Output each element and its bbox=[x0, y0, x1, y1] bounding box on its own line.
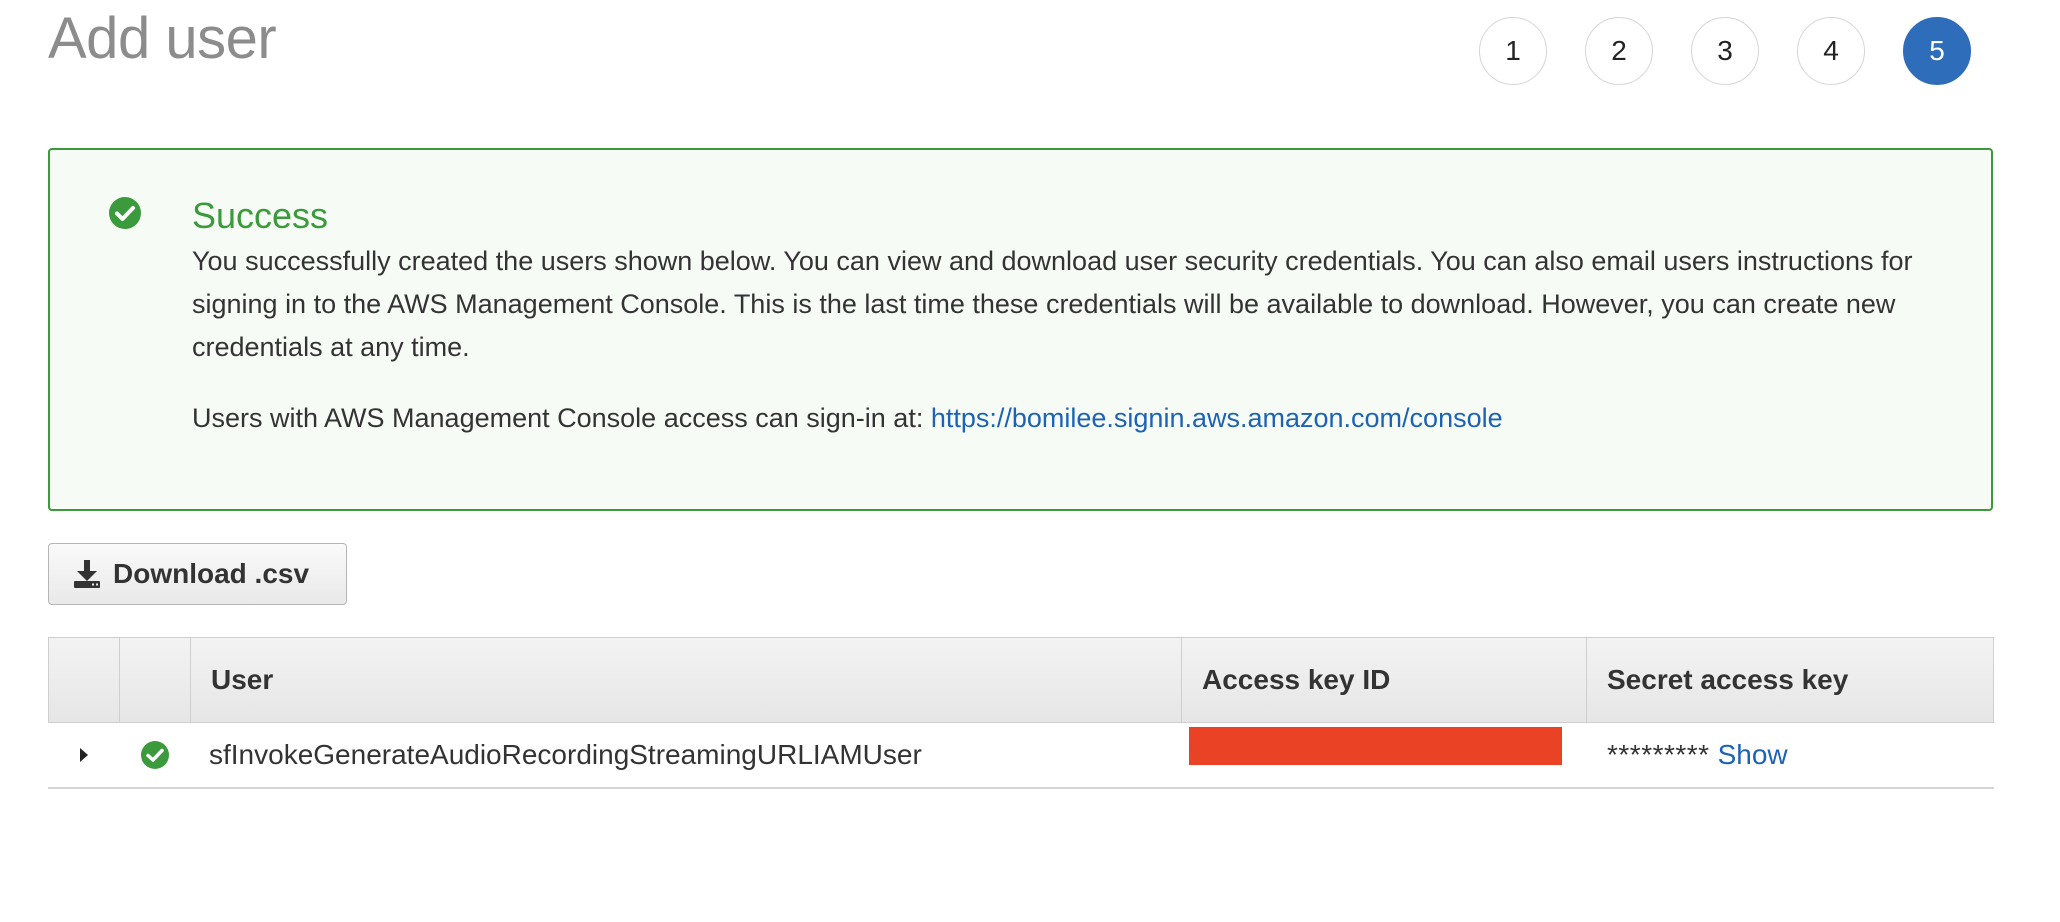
row-status bbox=[119, 723, 190, 787]
wizard-steps: 1 2 3 4 5 bbox=[1479, 17, 1971, 85]
alert-title: Success bbox=[192, 195, 329, 236]
row-access-key-id bbox=[1181, 723, 1586, 787]
show-secret-link[interactable]: Show bbox=[1718, 739, 1788, 771]
download-csv-button[interactable]: Download .csv bbox=[48, 543, 347, 605]
users-table: User Access key ID Secret access key sfI… bbox=[48, 637, 1994, 789]
step-2[interactable]: 2 bbox=[1585, 17, 1653, 85]
check-circle-icon bbox=[140, 741, 169, 769]
download-icon bbox=[74, 560, 100, 588]
redacted-access-key bbox=[1189, 727, 1562, 765]
signin-info: Users with AWS Management Console access… bbox=[192, 398, 1503, 438]
success-alert: Success You successfully created the use… bbox=[48, 148, 1993, 511]
step-1[interactable]: 1 bbox=[1479, 17, 1547, 85]
header-status bbox=[120, 638, 191, 722]
caret-right-icon bbox=[79, 748, 88, 762]
table-row: sfInvokeGenerateAudioRecordingStreamingU… bbox=[48, 723, 1994, 789]
download-csv-label: Download .csv bbox=[113, 558, 310, 589]
page-title: Add user bbox=[48, 6, 277, 71]
alert-message: You successfully created the users shown… bbox=[192, 246, 1913, 362]
header-secret-access-key[interactable]: Secret access key bbox=[1587, 638, 1992, 722]
check-circle-icon bbox=[109, 197, 141, 229]
signin-url-link[interactable]: https://bomilee.signin.aws.amazon.com/co… bbox=[931, 403, 1503, 433]
row-user-name: sfInvokeGenerateAudioRecordingStreamingU… bbox=[209, 739, 922, 770]
table-header: User Access key ID Secret access key bbox=[48, 637, 1994, 723]
step-5[interactable]: 5 bbox=[1903, 17, 1971, 85]
header-expand bbox=[49, 638, 120, 722]
step-4[interactable]: 4 bbox=[1797, 17, 1865, 85]
header-user[interactable]: User bbox=[191, 638, 1182, 722]
step-3[interactable]: 3 bbox=[1691, 17, 1759, 85]
row-secret-access-key: ********* Show bbox=[1586, 723, 1991, 787]
add-user-page: Add user 1 2 3 4 5 Success You successfu… bbox=[0, 0, 2060, 922]
row-expand-toggle[interactable] bbox=[48, 723, 119, 787]
header-access-key-id[interactable]: Access key ID bbox=[1182, 638, 1587, 722]
signin-text: Users with AWS Management Console access… bbox=[192, 403, 931, 433]
secret-mask: ********* bbox=[1607, 739, 1710, 770]
